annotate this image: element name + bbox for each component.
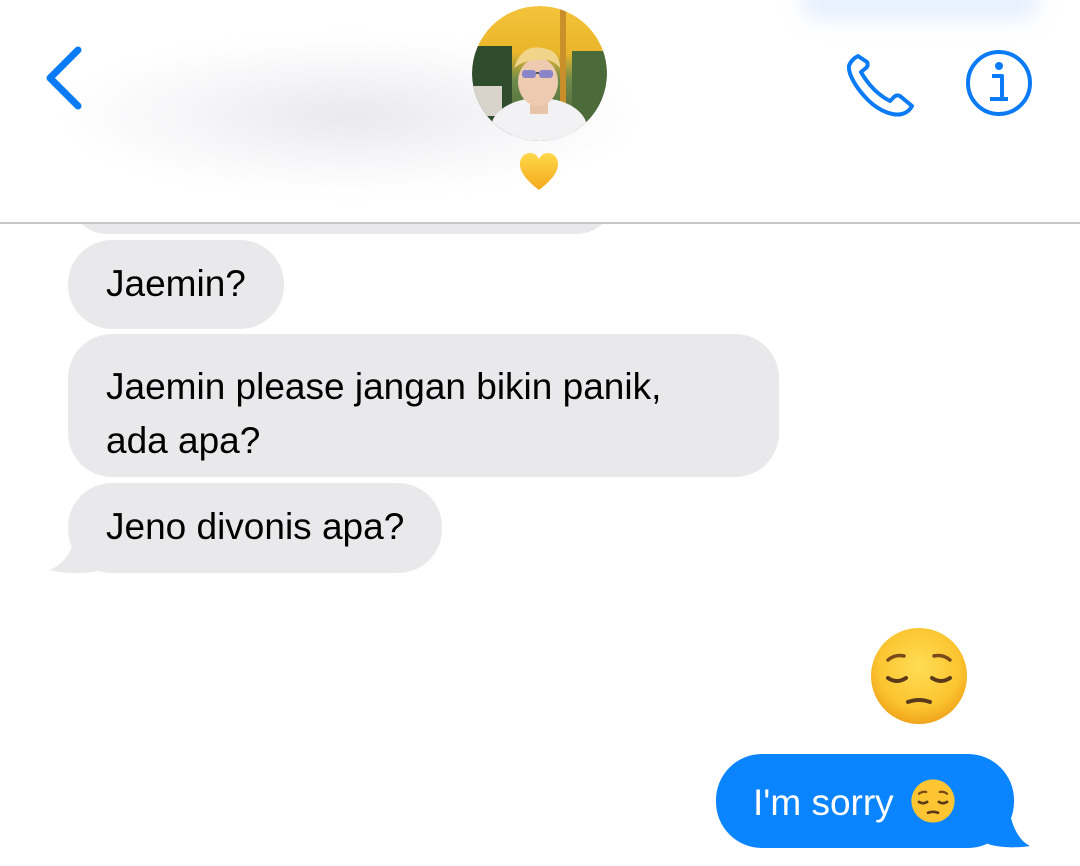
pensive-face-icon[interactable] [868, 626, 970, 726]
message-text: Jaemin please jangan bikin panik, ada ap… [106, 366, 662, 461]
pensive-face-icon [911, 779, 955, 823]
message-text: Jeno divonis apa? [106, 506, 405, 547]
message-text: I'm sorry [753, 782, 894, 824]
incoming-message-bubble[interactable]: Jeno divonis apa? [68, 483, 443, 573]
outgoing-message-bubble[interactable]: I'm sorry [716, 754, 1014, 848]
yellow-heart-icon [520, 153, 558, 190]
imessage-conversation: Jaemin? Jaemin please jangan bikin panik… [0, 0, 1080, 866]
blurred-glow [800, 0, 1040, 20]
incoming-message-bubble[interactable]: Jaemin? [68, 240, 284, 329]
bubble-tail [50, 530, 100, 573]
message-text: Jaemin? [106, 263, 246, 304]
bubble-tail [988, 800, 1030, 848]
chevron-left-icon[interactable] [40, 44, 90, 112]
phone-icon[interactable] [844, 50, 916, 118]
incoming-message-bubble[interactable]: Jaemin please jangan bikin panik, ada ap… [68, 334, 779, 477]
conversation-header [0, 0, 1080, 224]
info-icon[interactable] [964, 48, 1034, 118]
contact-avatar[interactable] [472, 6, 607, 141]
